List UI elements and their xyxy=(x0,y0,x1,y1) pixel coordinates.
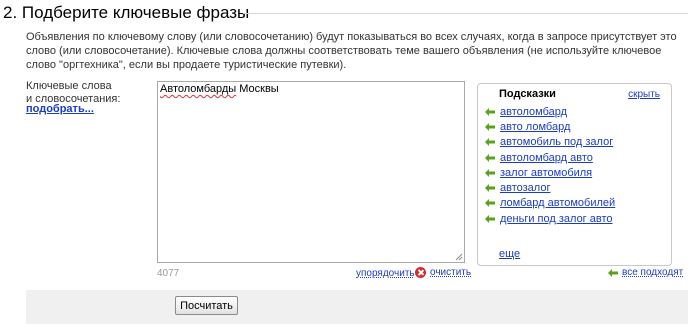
arrow-left-icon xyxy=(485,199,495,208)
all-fit-control[interactable]: все подходят xyxy=(608,267,683,278)
arrow-left-icon xyxy=(485,214,495,223)
hint-item[interactable]: залог автомобиля xyxy=(485,165,615,180)
keywords-value-word2: Москвы xyxy=(236,83,279,95)
hint-text[interactable]: залог автомобиля xyxy=(500,167,592,179)
keywords-value-word1: Автоломбарды xyxy=(160,83,237,95)
clear-icon[interactable] xyxy=(415,267,426,278)
hint-text[interactable]: авто ломбард xyxy=(500,121,570,133)
section-description: Объявления по ключевому слову (или слово… xyxy=(26,31,677,71)
pick-keywords-link[interactable]: подобрать... xyxy=(26,103,94,115)
resize-grip-icon[interactable] xyxy=(455,253,463,261)
hints-title: Подсказки xyxy=(499,88,556,100)
arrow-left-icon xyxy=(485,138,495,147)
hint-item[interactable]: автоломбард авто xyxy=(485,150,615,165)
hint-item[interactable]: авто ломбард xyxy=(485,119,615,134)
arrow-left-icon xyxy=(485,122,495,131)
hint-item[interactable]: автозалог xyxy=(485,180,615,195)
clear-control[interactable]: очистить xyxy=(415,266,471,279)
char-counter: 4077 xyxy=(157,268,180,279)
hints-panel: Подсказки скрыть автоломбард авто ломбар… xyxy=(477,83,672,266)
keywords-label-line1: Ключевые слова xyxy=(26,80,112,92)
hint-item[interactable]: автомобиль под залог xyxy=(485,135,615,150)
clear-link[interactable]: очистить xyxy=(430,267,471,278)
hint-list: автоломбард авто ломбард автомобиль под … xyxy=(485,104,615,226)
hint-text[interactable]: автоломбард авто xyxy=(500,152,593,164)
arrow-left-icon xyxy=(608,268,618,277)
arrow-left-icon xyxy=(485,153,495,162)
section-title: 2. Подберите ключевые фразы xyxy=(3,3,250,22)
hint-text[interactable]: ломбард автомобилей xyxy=(500,197,615,209)
hint-item[interactable]: ломбард автомобилей xyxy=(485,196,615,211)
footer-bar xyxy=(26,290,688,324)
header-divider xyxy=(243,13,688,14)
hint-item[interactable]: автоломбард xyxy=(485,104,615,119)
arrow-left-icon xyxy=(485,168,495,177)
arrow-left-icon xyxy=(485,107,495,116)
calculate-button[interactable]: Посчитать xyxy=(175,296,238,315)
hide-hints-link[interactable]: скрыть xyxy=(628,89,660,100)
section-header: 2. Подберите ключевые фразы xyxy=(3,2,688,24)
more-hints-link[interactable]: еще xyxy=(499,248,520,260)
hint-text[interactable]: автоломбард xyxy=(500,106,567,118)
keywords-textarea[interactable]: Автоломбарды Москвы xyxy=(157,81,465,263)
arrow-left-icon xyxy=(485,184,495,193)
order-link[interactable]: упорядочить xyxy=(356,268,415,279)
hint-text[interactable]: автозалог xyxy=(500,182,550,194)
hint-item[interactable]: деньги под залог авто xyxy=(485,211,615,226)
hint-text[interactable]: деньги под залог авто xyxy=(500,213,613,225)
hint-text[interactable]: автомобиль под залог xyxy=(500,136,613,148)
all-fit-link[interactable]: все подходят xyxy=(622,267,683,278)
